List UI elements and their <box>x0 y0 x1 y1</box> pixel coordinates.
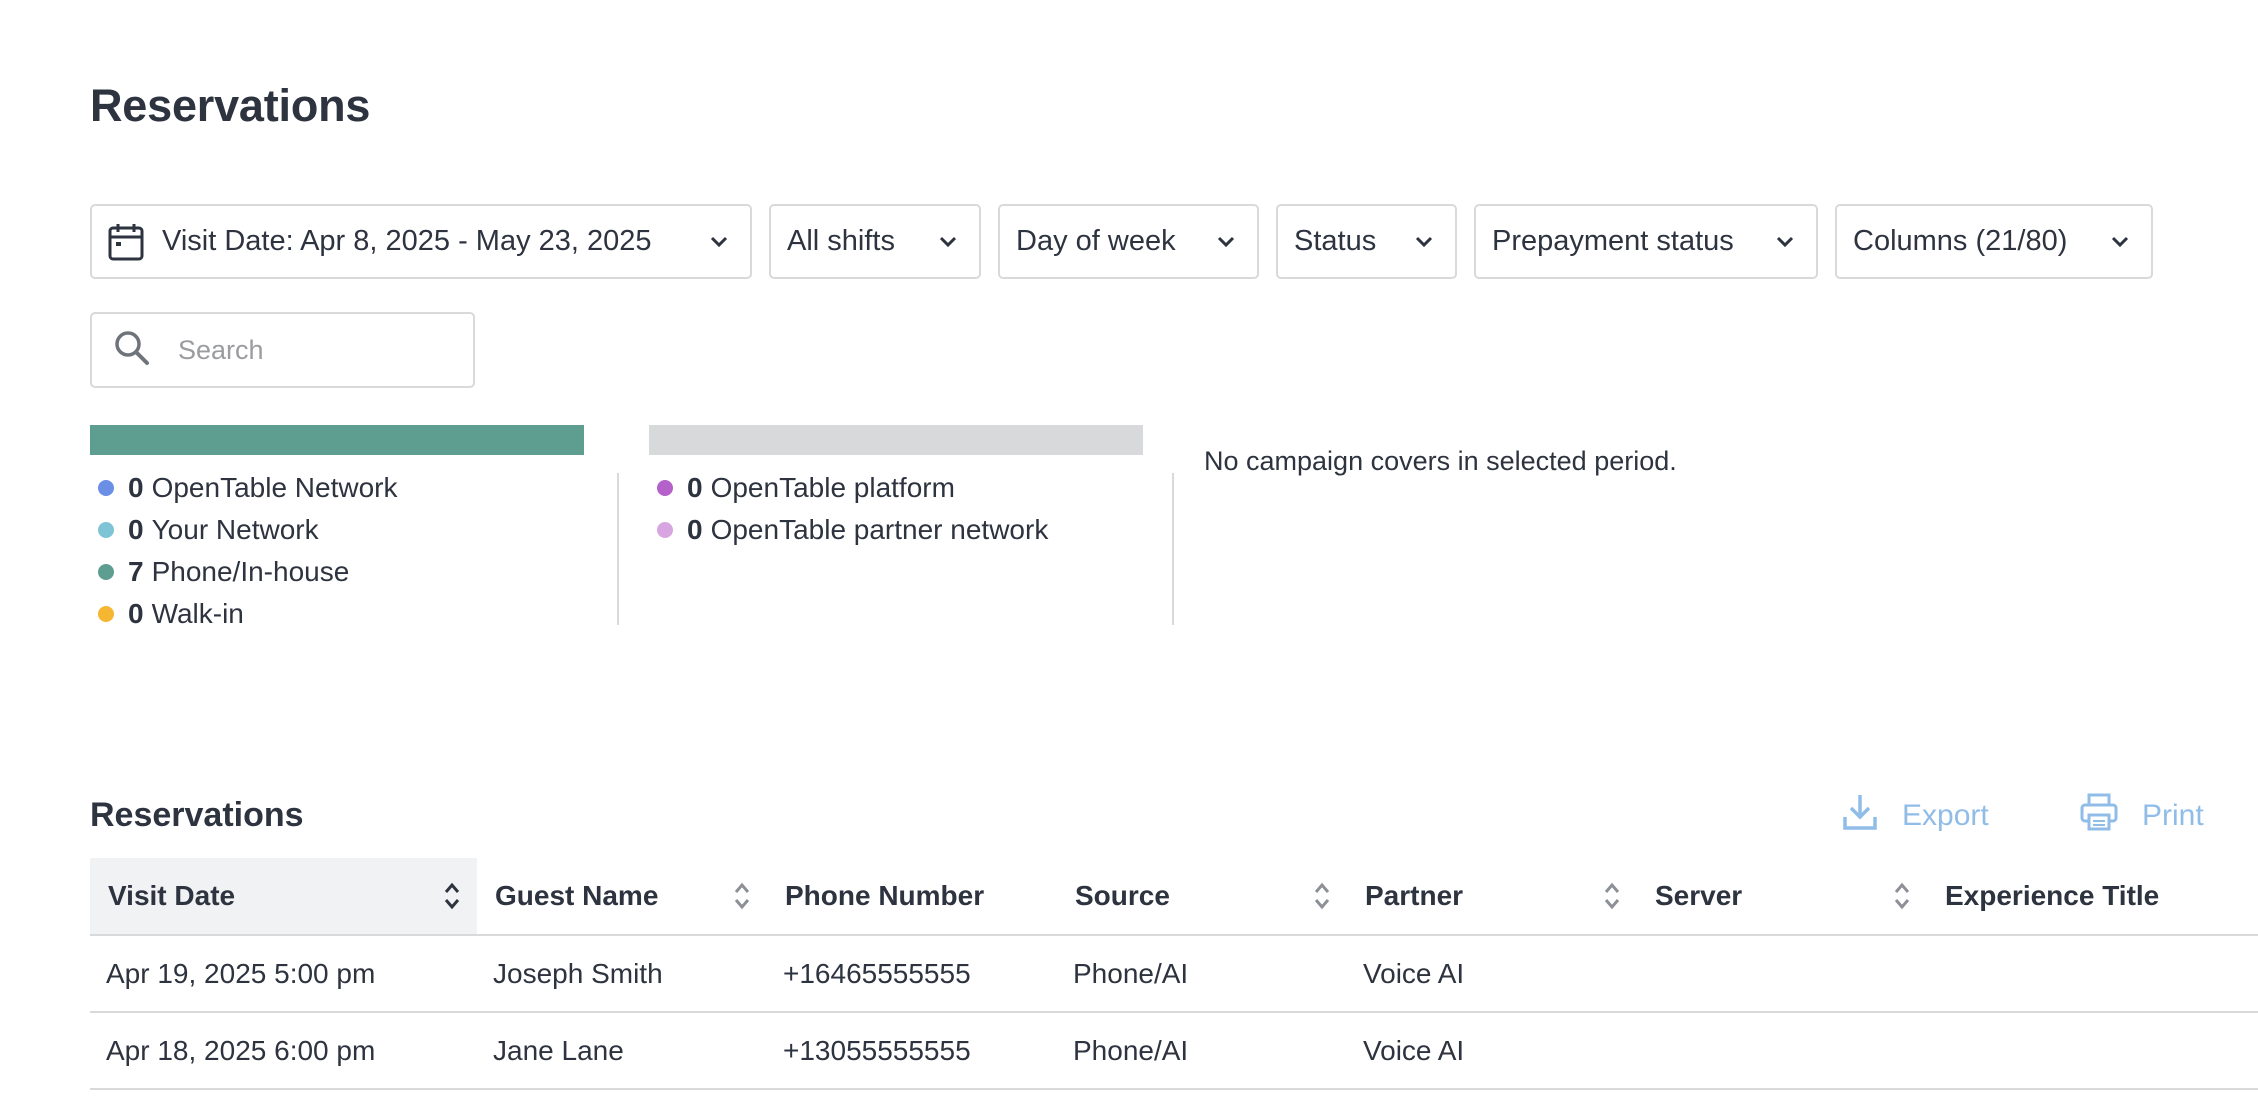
search-box[interactable] <box>90 312 475 388</box>
columns-label: Columns (21/80) <box>1853 225 2068 257</box>
shifts-filter[interactable]: All shifts <box>769 204 981 279</box>
divider <box>617 473 619 625</box>
legend-dot <box>98 564 114 580</box>
legend-dot <box>657 522 673 538</box>
sort-icon[interactable] <box>1603 881 1621 911</box>
column-header-guest-name[interactable]: Guest Name <box>477 858 767 934</box>
column-header-experience-title[interactable]: Experience Title <box>1927 858 2258 934</box>
chevron-down-icon <box>708 231 730 253</box>
legend-item-phone-in-house: 7 Phone/In-house <box>90 551 397 593</box>
campaign-note: No campaign covers in selected period. <box>1204 446 1677 476</box>
legend-label: Phone/In-house <box>151 556 350 587</box>
reservations-table: Visit Date Guest Name Phone Number Sourc… <box>90 858 2258 1090</box>
search-input[interactable] <box>176 333 436 367</box>
cell-partner: Voice AI <box>1363 1034 1465 1066</box>
export-icon <box>1842 793 1878 839</box>
legend-label: Walk-in <box>151 598 244 629</box>
column-header-phone-number[interactable]: Phone Number <box>767 858 1057 934</box>
reservations-section-title: Reservations <box>90 796 304 834</box>
legend-dot <box>657 480 673 496</box>
status-filter[interactable]: Status <box>1276 204 1457 279</box>
legend-count: 0 <box>687 514 703 545</box>
cell-visit-date: Apr 18, 2025 6:00 pm <box>106 1034 376 1066</box>
export-label: Export <box>1902 799 1989 832</box>
network-legend: 0 OpenTable Network 0 Your Network 7 Phone/… <box>90 467 397 635</box>
day-of-week-filter[interactable]: Day of week <box>998 204 1259 279</box>
print-label: Print <box>2142 799 2204 832</box>
cell-phone-number: +13055555555 <box>783 1034 971 1066</box>
column-label: Source <box>1075 880 1170 911</box>
column-label: Experience Title <box>1945 880 2160 911</box>
legend-dot <box>98 522 114 538</box>
column-label: Guest Name <box>495 880 659 911</box>
legend-count: 0 <box>128 514 144 545</box>
visit-date-filter[interactable]: Visit Date: Apr 8, 2025 - May 23, 2025 <box>90 204 752 279</box>
legend-count: 7 <box>128 556 144 587</box>
legend-label: OpenTable platform <box>710 472 955 503</box>
search-icon <box>114 330 150 371</box>
columns-filter[interactable]: Columns (21/80) <box>1835 204 2153 279</box>
legend-count: 0 <box>128 598 144 629</box>
column-header-source[interactable]: Source <box>1057 858 1347 934</box>
cell-source: Phone/AI <box>1073 1034 1189 1066</box>
legend-item-opentable-network: 0 OpenTable Network <box>90 467 397 509</box>
cell-source: Phone/AI <box>1073 957 1189 989</box>
chevron-down-icon <box>1774 231 1796 253</box>
prepayment-status-filter[interactable]: Prepayment status <box>1474 204 1818 279</box>
cell-phone-number: +16465555555 <box>783 957 971 989</box>
status-label: Status <box>1294 225 1377 257</box>
chevron-down-icon <box>937 231 959 253</box>
platform-covers-bar <box>649 425 1143 455</box>
legend-item-opentable-platform: 0 OpenTable platform <box>649 467 1048 509</box>
filter-bar: Visit Date: Apr 8, 2025 - May 23, 2025 A… <box>90 204 2153 279</box>
sort-icon[interactable] <box>1313 881 1331 911</box>
network-covers-bar <box>90 425 584 455</box>
column-label: Server <box>1655 880 1743 911</box>
calendar-icon <box>108 223 144 261</box>
divider <box>1172 473 1174 625</box>
cell-guest-name: Joseph Smith <box>493 957 663 989</box>
print-icon <box>2080 793 2118 839</box>
legend-label: OpenTable Network <box>151 472 398 503</box>
legend-label: Your Network <box>151 514 319 545</box>
day-of-week-label: Day of week <box>1016 225 1176 257</box>
legend-count: 0 <box>128 472 144 503</box>
legend-item-your-network: 0 Your Network <box>90 509 397 551</box>
legend-label: OpenTable partner network <box>710 514 1049 545</box>
cell-partner: Voice AI <box>1363 957 1465 989</box>
table-row[interactable]: Apr 19, 2025 5:00 pm Joseph Smith +16465… <box>90 936 2258 1013</box>
chevron-down-icon <box>1413 231 1435 253</box>
platform-legend: 0 OpenTable platform 0 OpenTable partner n… <box>649 467 1048 551</box>
chevron-down-icon <box>1215 231 1237 253</box>
page-title: Reservations <box>90 80 371 131</box>
column-label: Partner <box>1365 880 1464 911</box>
column-header-visit-date[interactable]: Visit Date <box>90 858 477 934</box>
reservations-page: Reservations Visit Date: Apr 8, 2025 - M… <box>0 0 2258 1096</box>
sort-icon[interactable] <box>1893 881 1911 911</box>
shifts-label: All shifts <box>787 225 895 257</box>
chevron-down-icon <box>2109 231 2131 253</box>
table-header: Visit Date Guest Name Phone Number Sourc… <box>90 858 2258 936</box>
table-row[interactable]: Apr 18, 2025 6:00 pm Jane Lane +13055555… <box>90 1013 2258 1090</box>
legend-item-walk-in: 0 Walk-in <box>90 593 397 635</box>
column-label: Phone Number <box>785 880 985 911</box>
sort-icon[interactable] <box>443 881 461 911</box>
sort-icon[interactable] <box>733 881 751 911</box>
column-header-partner[interactable]: Partner <box>1347 858 1637 934</box>
legend-dot <box>98 480 114 496</box>
legend-dot <box>98 606 114 622</box>
column-label: Visit Date <box>108 880 236 911</box>
visit-date-label: Visit Date: Apr 8, 2025 - May 23, 2025 <box>162 225 652 257</box>
export-button[interactable]: Export <box>1836 792 1995 840</box>
cell-visit-date: Apr 19, 2025 5:00 pm <box>106 957 376 989</box>
column-header-server[interactable]: Server <box>1637 858 1927 934</box>
legend-count: 0 <box>687 472 703 503</box>
cell-guest-name: Jane Lane <box>493 1034 624 1066</box>
legend-item-opentable-partner-network: 0 OpenTable partner network <box>649 509 1048 551</box>
print-button[interactable]: Print <box>2074 792 2210 840</box>
prepayment-status-label: Prepayment status <box>1492 225 1734 257</box>
